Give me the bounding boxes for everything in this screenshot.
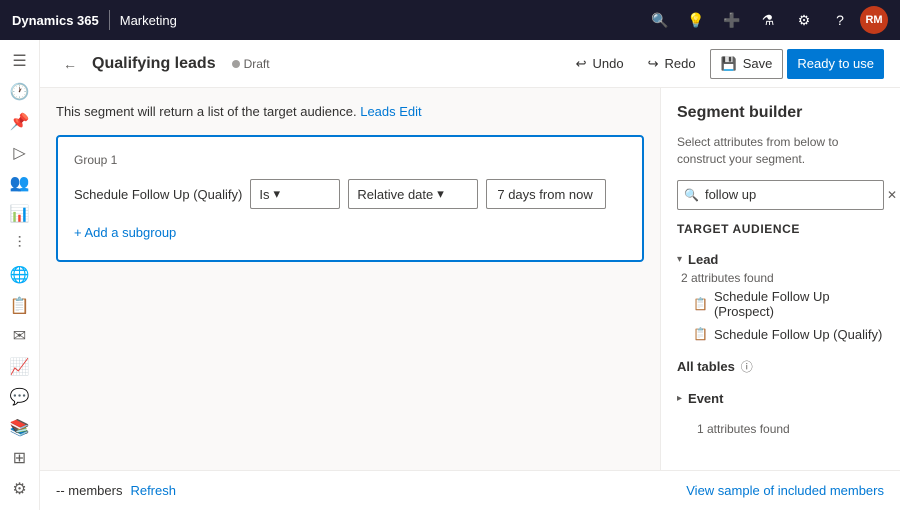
undo-icon: ↩: [576, 56, 587, 72]
event-chevron-icon: [677, 393, 682, 404]
module-name: Marketing: [120, 13, 177, 28]
condition-field-label: Schedule Follow Up (Qualify): [74, 187, 242, 202]
lightbulb-icon[interactable]: 💡: [680, 4, 712, 36]
attribute-icon-2: 📋: [693, 327, 708, 341]
members-text: -- members: [56, 483, 122, 498]
sidebar-home-icon[interactable]: 🕐: [2, 79, 38, 106]
event-section[interactable]: Event: [677, 387, 884, 410]
type-chevron: [437, 186, 444, 202]
brand-name: Dynamics 365: [12, 13, 99, 28]
workspace: This segment will return a list of the t…: [40, 88, 900, 470]
avatar[interactable]: RM: [860, 6, 888, 34]
footer: -- members Refresh View sample of includ…: [40, 470, 900, 510]
sidebar-mail-icon[interactable]: ✉: [2, 323, 38, 350]
redo-icon: ↪: [648, 56, 659, 72]
sidebar-chart-icon[interactable]: 📈: [2, 353, 38, 380]
all-tables-info-icon[interactable]: ⓘ: [741, 358, 753, 375]
settings-icon[interactable]: ⚙: [788, 4, 820, 36]
save-button[interactable]: 💾 Save: [710, 49, 784, 79]
page-title: Qualifying leads: [92, 55, 216, 73]
subheader-actions: ↩ Undo ↪ Redo 💾 Save Ready to use: [566, 49, 884, 79]
condition-row: Schedule Follow Up (Qualify) Is Relative…: [74, 179, 626, 209]
top-navigation: Dynamics 365 Marketing 🔍 💡 ➕ ⚗ ⚙ ? RM: [0, 0, 900, 40]
draft-badge: Draft: [232, 57, 270, 71]
content-area: ← Qualifying leads Draft ↩ Undo ↪ Redo 💾…: [40, 40, 900, 510]
sidebar-forms-icon[interactable]: 📋: [2, 292, 38, 319]
filter-icon[interactable]: ⚗: [752, 4, 784, 36]
view-sample-link[interactable]: View sample of included members: [686, 483, 884, 498]
sidebar-contacts-icon[interactable]: 👥: [2, 170, 38, 197]
back-button[interactable]: ←: [56, 50, 84, 78]
lead-section: Lead 2 attributes found 📋 Schedule Follo…: [677, 248, 884, 346]
clear-search-icon[interactable]: ✕: [887, 188, 897, 202]
sidebar-settings2-icon[interactable]: ⚙: [2, 475, 38, 502]
search-icon: 🔍: [684, 188, 699, 202]
sidebar-play-icon[interactable]: ▷: [2, 140, 38, 167]
target-audience-label: Target audience: [677, 222, 884, 236]
redo-button[interactable]: ↪ Redo: [638, 49, 706, 79]
lead-category-header[interactable]: Lead: [677, 248, 884, 271]
subheader: ← Qualifying leads Draft ↩ Undo ↪ Redo 💾…: [40, 40, 900, 88]
info-bar: This segment will return a list of the t…: [56, 104, 644, 119]
sidebar-segments-icon[interactable]: ⫶: [2, 231, 38, 258]
edit-link[interactable]: Edit: [399, 104, 421, 119]
operator-select[interactable]: Is: [250, 179, 340, 209]
save-icon: 💾: [721, 56, 737, 72]
refresh-link[interactable]: Refresh: [130, 483, 176, 498]
segment-canvas: This segment will return a list of the t…: [40, 88, 660, 470]
lead-count: 2 attributes found: [681, 271, 884, 285]
group-label: Group 1: [74, 153, 626, 167]
all-tables-section: All tables ⓘ: [677, 358, 884, 375]
search-box[interactable]: 🔍 ✕: [677, 180, 884, 210]
lead-category-name: Lead: [688, 252, 718, 267]
ready-button[interactable]: Ready to use: [787, 49, 884, 79]
group-box: Group 1 Schedule Follow Up (Qualify) Is …: [56, 135, 644, 262]
sidebar-menu-icon[interactable]: ☰: [2, 48, 38, 75]
plus-icon[interactable]: ➕: [716, 4, 748, 36]
sidebar-library-icon[interactable]: 📚: [2, 414, 38, 441]
lead-attributes: 📋 Schedule Follow Up (Prospect) 📋 Schedu…: [677, 285, 884, 346]
search-icon[interactable]: 🔍: [644, 4, 676, 36]
draft-dot: [232, 60, 240, 68]
search-input[interactable]: [705, 187, 881, 202]
operator-chevron: [273, 186, 280, 202]
attribute-qualify[interactable]: 📋 Schedule Follow Up (Qualify): [693, 323, 884, 346]
sidebar-chat-icon[interactable]: 💬: [2, 384, 38, 411]
add-subgroup-button[interactable]: + Add a subgroup: [74, 221, 626, 244]
sidebar-globe-icon[interactable]: 🌐: [2, 262, 38, 289]
sidebar: ☰ 🕐 📌 ▷ 👥 📊 ⫶ 🌐 📋 ✉ 📈 💬 📚 ⊞ ⚙: [0, 40, 40, 510]
draft-label: Draft: [244, 57, 270, 71]
help-icon[interactable]: ?: [824, 4, 856, 36]
lead-chevron-icon: [677, 254, 682, 265]
main-layout: ☰ 🕐 📌 ▷ 👥 📊 ⫶ 🌐 📋 ✉ 📈 💬 📚 ⊞ ⚙ ← Qualifyi…: [0, 40, 900, 510]
condition-value: 7 days from now: [486, 179, 606, 209]
attribute-icon: 📋: [693, 297, 708, 311]
event-count: 1 attributes found: [681, 422, 884, 436]
panel-title: Segment builder: [677, 104, 884, 122]
sidebar-grid-icon[interactable]: ⊞: [2, 445, 38, 472]
all-tables-label: All tables: [677, 359, 735, 374]
sidebar-email-icon[interactable]: 📊: [2, 201, 38, 228]
segment-builder-panel: Segment builder Select attributes from b…: [660, 88, 900, 470]
nav-icon-group: 🔍 💡 ➕ ⚗ ⚙ ? RM: [644, 4, 888, 36]
entity-link[interactable]: Leads: [360, 104, 395, 119]
panel-description: Select attributes from below to construc…: [677, 134, 884, 168]
sidebar-pin-icon[interactable]: 📌: [2, 109, 38, 136]
type-select[interactable]: Relative date: [348, 179, 478, 209]
nav-divider: [109, 10, 110, 30]
event-category-name: Event: [688, 391, 723, 406]
brand-logo[interactable]: Dynamics 365: [12, 13, 99, 28]
undo-button[interactable]: ↩ Undo: [566, 49, 634, 79]
attribute-prospect[interactable]: 📋 Schedule Follow Up (Prospect): [693, 285, 884, 323]
